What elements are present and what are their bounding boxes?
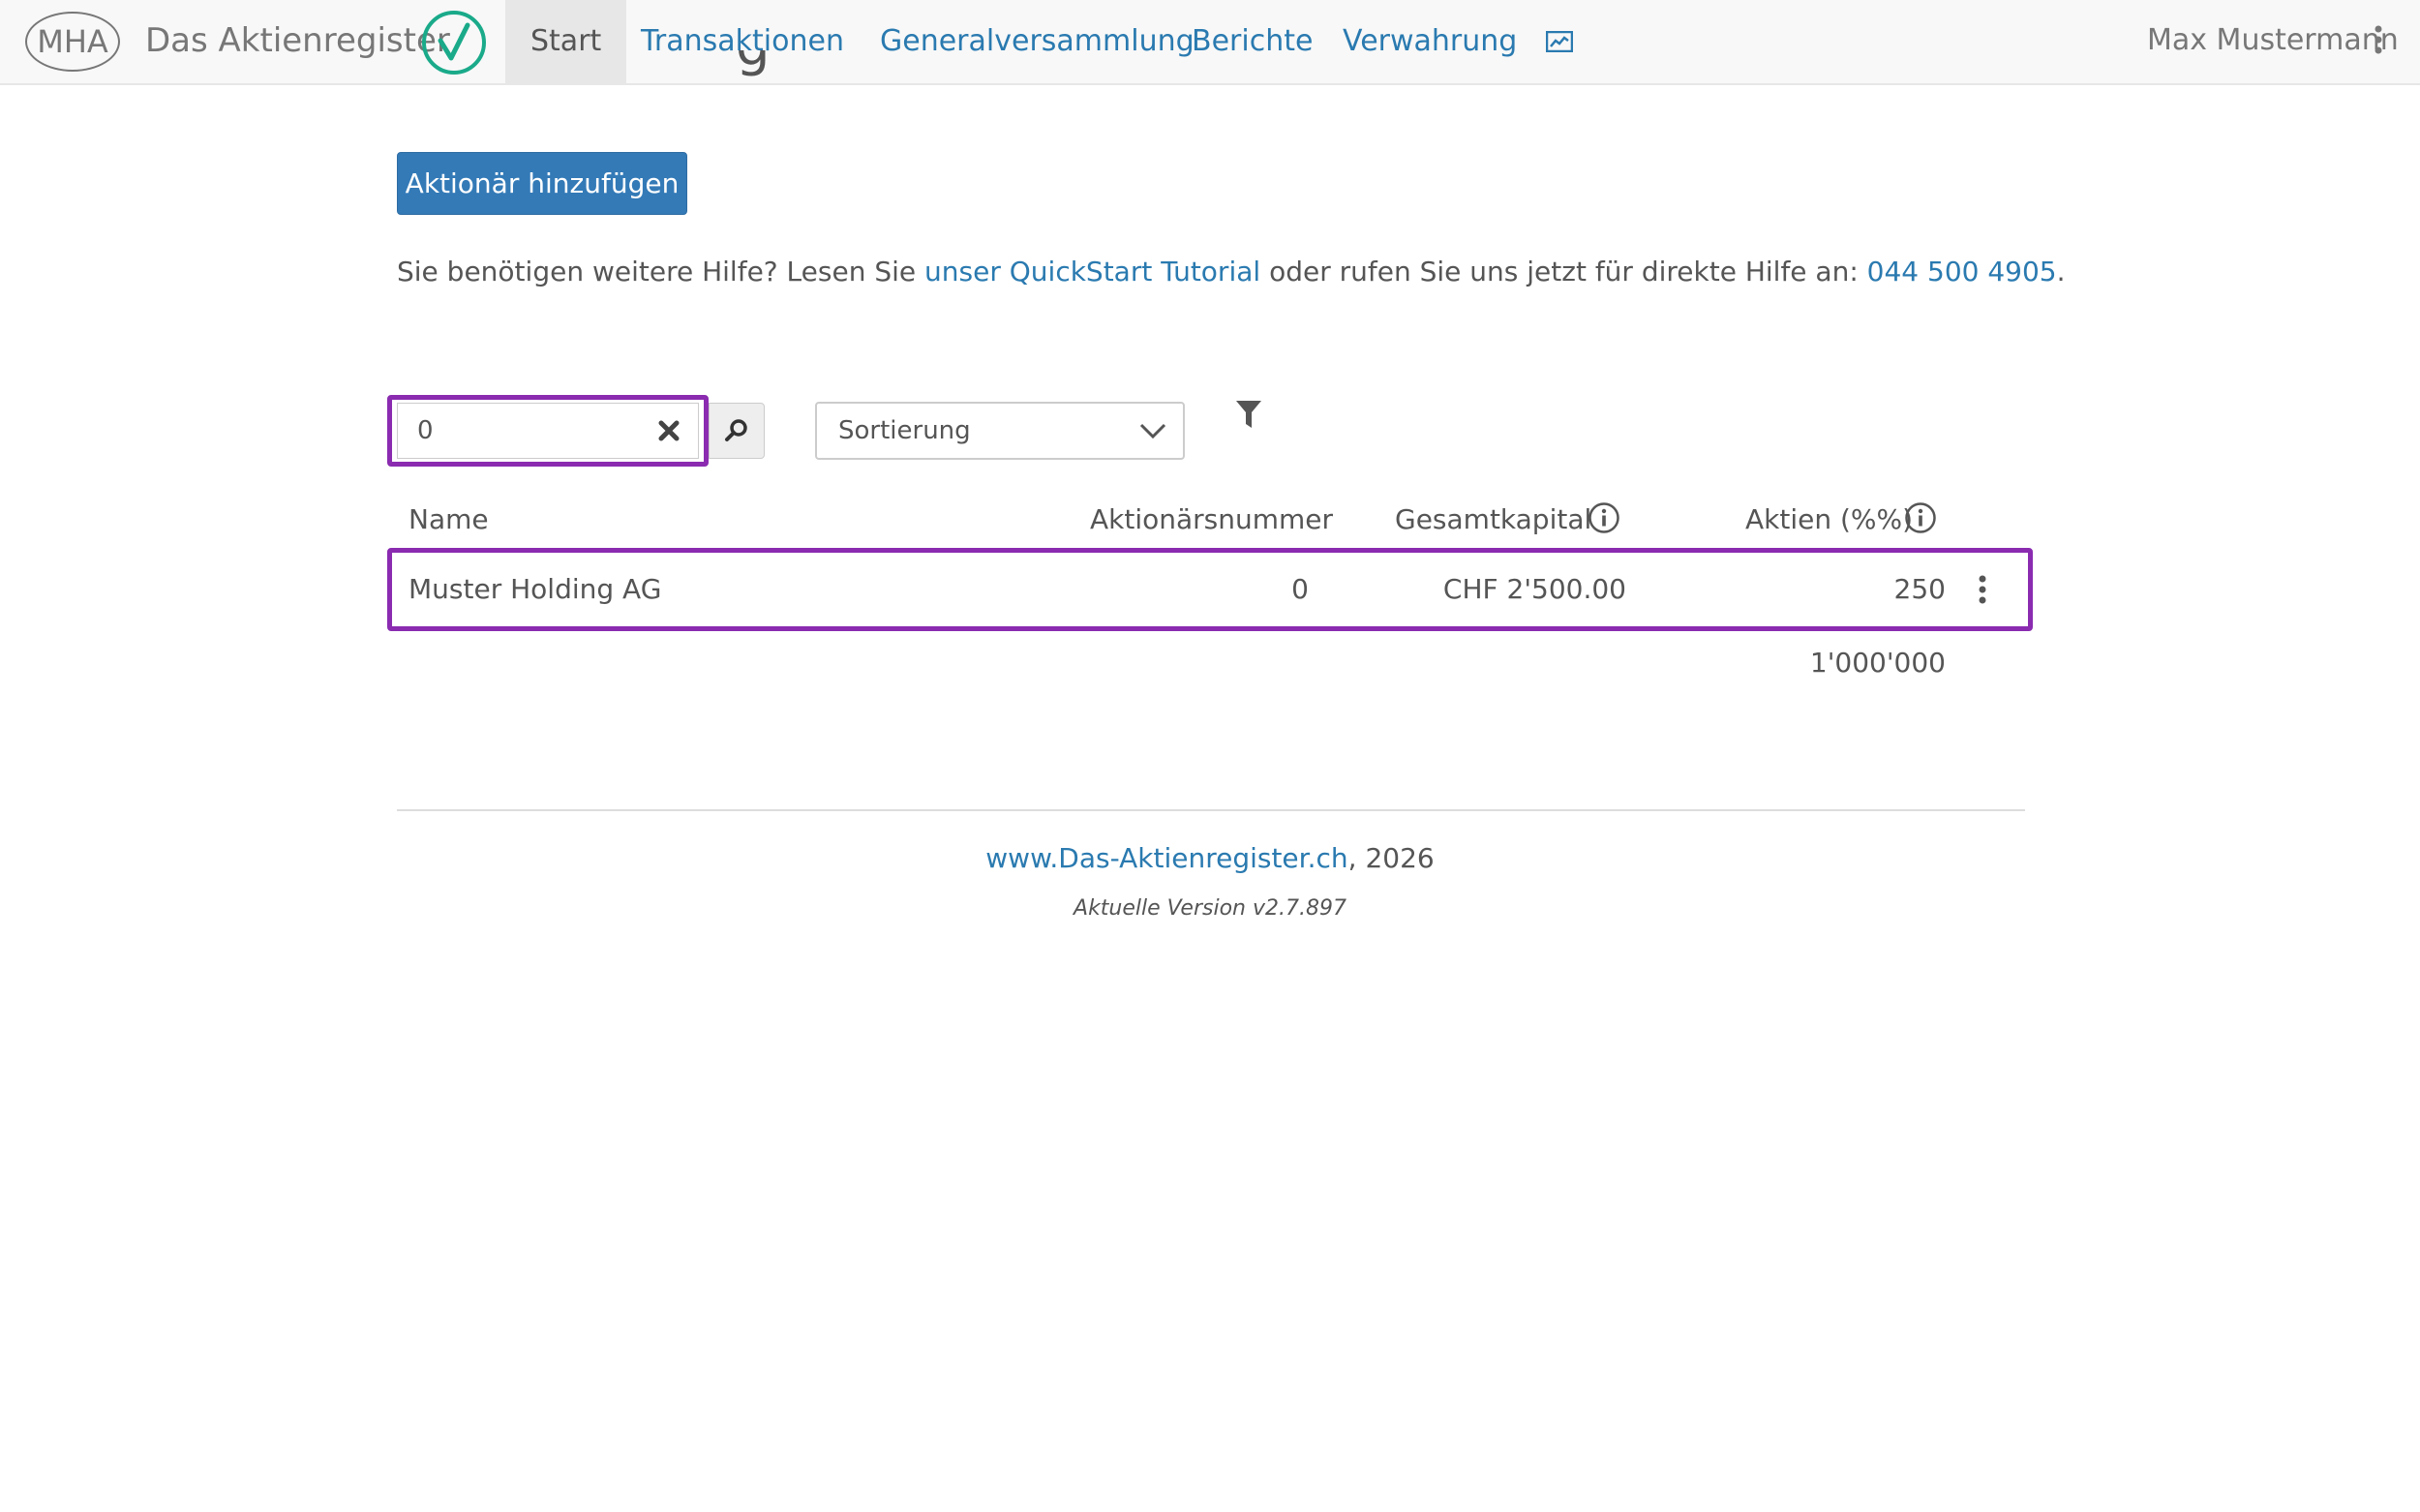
page-title-fragment: g — [736, 50, 769, 89]
footer-text: www.Das-Aktienregister.ch, 2026 — [0, 842, 2420, 874]
footer-divider — [397, 809, 2025, 811]
cell-shareholder-number: 0 — [1291, 573, 1309, 605]
help-text-start: Sie benötigen weitere Hilfe? Lesen Sie — [397, 256, 925, 287]
company-logo[interactable]: MHA — [25, 12, 120, 72]
column-header-shares[interactable]: Aktien (%%) — [1745, 503, 1913, 535]
column-header-total-capital[interactable]: Gesamtkapital — [1395, 503, 1591, 535]
more-vertical-icon[interactable] — [2374, 25, 2383, 54]
phone-link[interactable]: 044 500 4905 — [1867, 256, 2057, 287]
user-name[interactable]: Max Mustermann — [2147, 23, 2399, 57]
check-circle-icon — [422, 11, 486, 75]
more-vertical-icon[interactable] — [1977, 575, 1988, 604]
footer-year: , 2026 — [1347, 842, 1435, 874]
info-icon[interactable] — [1904, 501, 1937, 534]
column-header-name[interactable]: Name — [408, 503, 489, 535]
search-button[interactable] — [709, 403, 765, 459]
info-icon[interactable] — [1588, 501, 1620, 534]
cell-shares: 250 — [1893, 573, 1946, 605]
help-text-end: . — [2056, 256, 2066, 287]
logo-text: MHA — [37, 23, 108, 60]
top-navbar: MHA Das Aktienregister Start Transaktion… — [0, 0, 2420, 85]
shares-total: 1'000'000 — [1809, 647, 1946, 679]
cell-total-capital: CHF 2'500.00 — [1442, 573, 1626, 605]
help-text: Sie benötigen weitere Hilfe? Lesen Sie u… — [397, 256, 2066, 287]
website-link[interactable]: www.Das-Aktienregister.ch — [985, 842, 1347, 874]
add-shareholder-button[interactable]: Aktionär hinzufügen — [397, 152, 687, 215]
nav-verwahrung[interactable]: Verwahrung — [1343, 0, 1517, 83]
help-text-middle: oder rufen Sie uns jetzt für direkte Hil… — [1260, 256, 1867, 287]
filter-icon[interactable] — [1234, 399, 1263, 432]
search-icon — [725, 419, 747, 441]
nav-berichte[interactable]: Berichte — [1192, 0, 1313, 83]
version-text: Aktuelle Version v2.7.897 — [1074, 896, 1346, 921]
brand-name[interactable]: Das Aktienregister — [145, 21, 450, 60]
nav-start[interactable]: Start — [505, 0, 627, 83]
quickstart-tutorial-link[interactable]: unser QuickStart Tutorial — [924, 256, 1260, 287]
column-header-shareholder-number[interactable]: Aktionärsnummer — [1090, 503, 1333, 535]
cell-name[interactable]: Muster Holding AG — [408, 573, 661, 605]
chart-icon[interactable] — [1546, 31, 1573, 52]
chevron-down-icon — [1139, 423, 1166, 439]
sort-selected-value: Sortierung — [838, 416, 971, 445]
search-highlight — [387, 395, 709, 467]
nav-generalversammlung[interactable]: Generalversammlung — [880, 0, 1195, 83]
sort-select[interactable]: Sortierung — [815, 402, 1185, 460]
